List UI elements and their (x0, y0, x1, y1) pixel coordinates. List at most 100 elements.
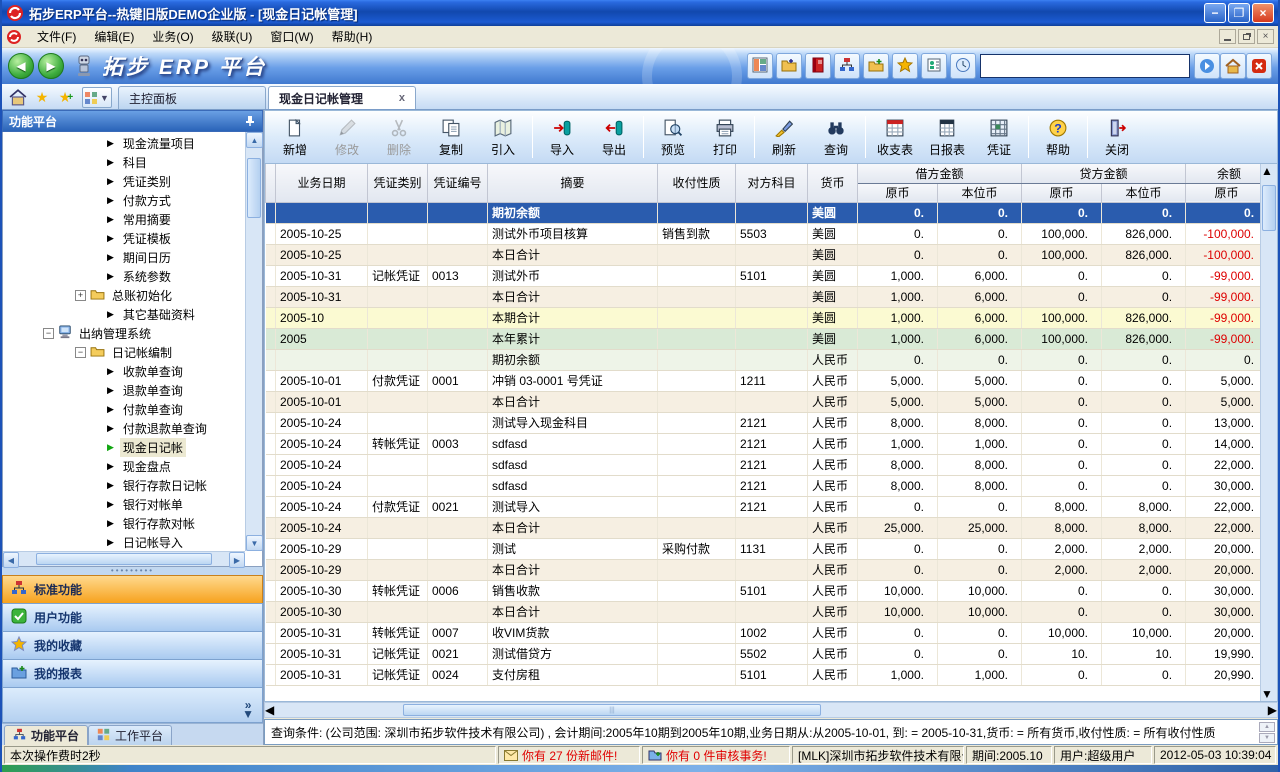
tree-item[interactable]: ▶付款方式 (3, 191, 262, 210)
tree-item-selected[interactable]: ▶现金日记帐 (3, 438, 262, 457)
toolbar-button-copy[interactable]: 复制 (425, 113, 477, 161)
table-row[interactable]: 期初余额人民币0.0.0.0.0. (266, 349, 1268, 370)
exit-button[interactable] (1246, 53, 1272, 79)
star-badge-button[interactable] (892, 53, 918, 79)
tab-cash-journal[interactable]: 现金日记帐管理x (268, 86, 416, 109)
toolbar-button-search[interactable]: 查询 (810, 113, 862, 161)
table-row[interactable]: 期初余额美圆0.0.0.0.0. (266, 202, 1268, 223)
menu-item[interactable]: 窗口(W) (261, 28, 322, 46)
menu-item[interactable]: 级联(U) (203, 28, 262, 46)
forward-button[interactable]: ▶ (38, 53, 64, 79)
table-row[interactable]: 2005-10-01付款凭证0001冲销 03-0001 号凭证1211人民币5… (266, 370, 1268, 391)
table-row[interactable]: 2005-10-29测试采购付款1131人民币0.0.2,000.2,000.2… (266, 538, 1268, 559)
toolbar-button-help[interactable]: ?帮助 (1032, 113, 1084, 161)
tree-item[interactable]: ▶期间日历 (3, 248, 262, 267)
table-row[interactable]: 2005-10-30本日合计人民币10,000.10,000.0.0.30,00… (266, 601, 1268, 622)
col-header-debit-orig[interactable]: 原币 (858, 183, 938, 202)
table-row[interactable]: 2005-10-31记帐凭证0024支付房租5101人民币1,000.1,000… (266, 664, 1268, 685)
table-row[interactable]: 2005-10-31记帐凭证0021测试借贷方5502人民币0.0.10.10.… (266, 643, 1268, 664)
table-row[interactable]: 2005-10-01本日合计人民币5,000.5,000.0.0.5,000. (266, 391, 1268, 412)
scroll-right-icon[interactable]: ▶ (229, 552, 245, 568)
toolbar-button-sheetblue[interactable]: 日报表 (921, 113, 973, 161)
tree-item[interactable]: ▶系统参数 (3, 267, 262, 286)
tree-item[interactable]: ▶付款单查询 (3, 400, 262, 419)
pin-icon[interactable] (244, 115, 256, 127)
menu-item[interactable]: 业务(O) (143, 28, 202, 46)
query-scroll-down-icon[interactable]: ▼ (1259, 733, 1275, 743)
scroll-down-icon[interactable]: ▼ (246, 535, 263, 551)
query-scroll-up-icon[interactable]: ▲ (1259, 722, 1275, 732)
toolbar-button-refresh[interactable]: 刷新 (758, 113, 810, 161)
accordion-item-star[interactable]: 我的收藏 (2, 631, 263, 659)
menu-item[interactable]: 编辑(E) (85, 28, 143, 46)
scroll-up-icon[interactable]: ▲ (1261, 164, 1277, 178)
col-header-credit-orig[interactable]: 原币 (1022, 183, 1102, 202)
table-row[interactable]: 2005本年累计美圆1,000.6,000.100,000.826,000.-9… (266, 328, 1268, 349)
restore-button[interactable]: ❐ (1228, 3, 1250, 23)
menu-item[interactable]: 文件(F) (28, 28, 85, 46)
tree-item[interactable]: ▶凭证模板 (3, 229, 262, 248)
tree-item[interactable]: ▶常用摘要 (3, 210, 262, 229)
toolbar-button-sheetgrid[interactable]: 凭证 (973, 113, 1025, 161)
table-row[interactable]: 2005-10-29本日合计人民币0.0.2,000.2,000.20,000. (266, 559, 1268, 580)
table-row[interactable]: 2005-10-24测试导入现金科目2121人民币8,000.8,000.0.0… (266, 412, 1268, 433)
table-row[interactable]: 2005-10本期合计美圆1,000.6,000.100,000.826,000… (266, 307, 1268, 328)
folder-open-button[interactable] (776, 53, 802, 79)
toolbar-button-new[interactable]: 新增 (269, 113, 321, 161)
status-audit[interactable]: 你有 0 件审核事务! (642, 746, 790, 764)
tree-item[interactable]: −出纳管理系统 (3, 324, 262, 343)
tree-item[interactable]: +总账初始化 (3, 286, 262, 305)
status-mail[interactable]: 你有 27 份新邮件! (498, 746, 640, 764)
collapse-minus-icon[interactable]: − (43, 328, 54, 339)
tree-item[interactable]: ▶银行对帐单 (3, 495, 262, 514)
tree-item[interactable]: ▶现金流量项目 (3, 134, 262, 153)
clock-button[interactable] (950, 53, 976, 79)
tree-item[interactable]: ▶日记帐导入 (3, 533, 262, 551)
table-row[interactable]: 2005-10-31记帐凭证0013测试外币5101美圆1,000.6,000.… (266, 265, 1268, 286)
toolbar-button-preview[interactable]: 预览 (647, 113, 699, 161)
col-header-date[interactable]: 业务日期 (276, 164, 368, 202)
mdi-minimize-button[interactable] (1219, 29, 1236, 44)
more-chevron-icon[interactable]: »▼ (242, 701, 254, 719)
col-header-summary[interactable]: 摘要 (488, 164, 658, 202)
red-book-button[interactable] (805, 53, 831, 79)
home-icon[interactable] (7, 86, 29, 108)
col-header-debit-base[interactable]: 本位币 (938, 183, 1022, 202)
tree-item[interactable]: ▶凭证类别 (3, 172, 262, 191)
mdi-restore-button[interactable] (1238, 29, 1255, 44)
col-header-credit-base[interactable]: 本位币 (1102, 183, 1186, 202)
go-button[interactable] (1194, 53, 1220, 79)
col-header-currency[interactable]: 货币 (808, 164, 858, 202)
tree-item[interactable]: ▶其它基础资料 (3, 305, 262, 324)
scrollbar-thumb[interactable] (1262, 185, 1276, 231)
mdi-close-button[interactable]: × (1257, 29, 1274, 44)
tree-horizontal-scrollbar[interactable]: ◀ ▶ (3, 551, 245, 566)
toolbar-button-export[interactable]: 导出 (588, 113, 640, 161)
toolbar-button-closedoor[interactable]: 关闭 (1091, 113, 1143, 161)
tree-item[interactable]: ▶银行存款对帐 (3, 514, 262, 533)
tree-vertical-scrollbar[interactable]: ▲ ▼ (245, 132, 262, 551)
contacts-button[interactable] (921, 53, 947, 79)
collapse-minus-icon[interactable]: − (75, 347, 86, 358)
minimize-button[interactable]: − (1204, 3, 1226, 23)
scrollbar-thumb[interactable]: ||| (403, 704, 820, 716)
table-row[interactable]: 2005-10-25本日合计美圆0.0.100,000.826,000.-100… (266, 244, 1268, 265)
folder-add-button[interactable] (863, 53, 889, 79)
sidebar-splitter[interactable]: ••••••••• (2, 567, 263, 575)
tab-close-icon[interactable]: x (399, 92, 405, 104)
table-row[interactable]: 2005-10-31转帐凭证0007收VIM货款1002人民币0.0.10,00… (266, 622, 1268, 643)
table-row[interactable]: 2005-10-30转帐凭证0006销售收款5101人民币10,000.10,0… (266, 580, 1268, 601)
col-header-voucher-type[interactable]: 凭证类别 (368, 164, 428, 202)
scroll-up-icon[interactable]: ▲ (246, 132, 263, 148)
add-favorite-icon[interactable]: ★+ (55, 86, 77, 108)
col-header-balance-orig[interactable]: 原币 (1186, 183, 1268, 202)
tree-item[interactable]: ▶收款单查询 (3, 362, 262, 381)
layout-grid-button[interactable]: ▼ (82, 87, 112, 108)
accordion-item-check[interactable]: 用户功能 (2, 603, 263, 631)
scrollbar-thumb[interactable] (247, 158, 261, 218)
table-row[interactable]: 2005-10-24付款凭证0021测试导入2121人民币0.0.8,000.8… (266, 496, 1268, 517)
accordion-item-org[interactable]: 标准功能 (2, 575, 263, 603)
org-chart-button[interactable] (834, 53, 860, 79)
table-row[interactable]: 2005-10-24sdfasd2121人民币8,000.8,000.0.0.2… (266, 454, 1268, 475)
favorites-star-icon[interactable]: ★ (31, 86, 53, 108)
